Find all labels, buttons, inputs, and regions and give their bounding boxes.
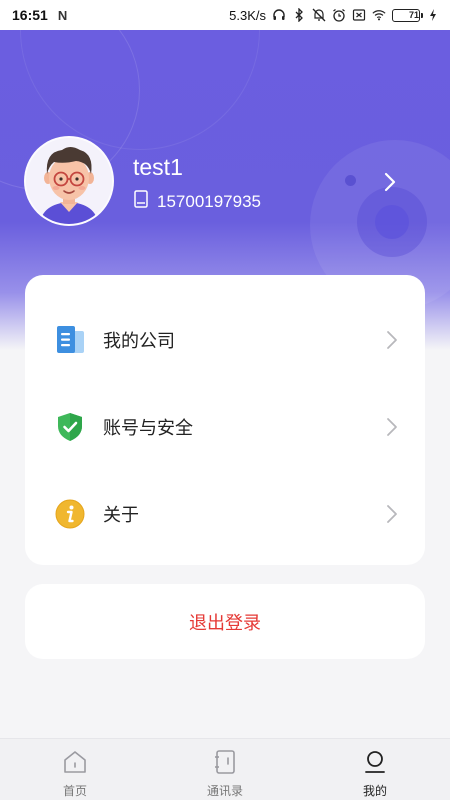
status-time: 16:51 (12, 7, 48, 23)
profile-icon (363, 749, 387, 775)
logout-button[interactable]: 退出登录 (25, 584, 425, 659)
bluetooth-icon (292, 8, 306, 22)
tab-contacts[interactable]: 通讯录 (180, 739, 270, 800)
chevron-right-icon (385, 417, 399, 437)
chevron-right-icon[interactable] (380, 170, 400, 194)
alarm-icon (332, 8, 346, 22)
home-icon (63, 749, 87, 775)
menu-item-label: 我的公司 (103, 331, 175, 352)
avatar[interactable] (24, 136, 114, 226)
tab-bar: 首页 通讯录 我的 (0, 738, 450, 800)
headphones-icon (272, 8, 286, 22)
notification-n-icon: N (57, 7, 68, 23)
contacts-book-icon (213, 749, 237, 775)
phone-number: 15700197935 (157, 191, 262, 211)
charging-icon (426, 8, 440, 22)
chevron-right-icon (385, 330, 399, 350)
battery-icon: 71 (392, 8, 423, 22)
menu-item-label: 关于 (103, 505, 139, 526)
tab-label: 首页 (62, 784, 87, 798)
username: test1 (133, 154, 183, 180)
tab-mine[interactable]: 我的 (330, 739, 420, 800)
menu-item-account-security[interactable]: 账号与安全 (25, 387, 425, 467)
menu-item-label: 账号与安全 (103, 418, 193, 439)
menu-card: 我的公司 账号与安全 关于 (25, 275, 425, 565)
shield-check-icon (53, 410, 87, 444)
tab-home[interactable]: 首页 (30, 739, 120, 800)
decoration-circle (375, 205, 409, 239)
battery-level: 71 (408, 10, 419, 20)
network-speed: 5.3K/s (229, 7, 266, 23)
logout-label: 退出登录 (189, 612, 261, 634)
sim-off-icon (352, 8, 366, 22)
tab-label: 通讯录 (206, 784, 243, 798)
info-icon (53, 497, 87, 531)
status-bar: 16:51 N 5.3K/s 71 (0, 0, 450, 30)
mute-icon (312, 8, 326, 22)
wifi-icon (372, 8, 386, 22)
tab-label: 我的 (362, 784, 387, 798)
phone-row: 15700197935 (133, 190, 261, 213)
menu-item-about[interactable]: 关于 (25, 474, 425, 554)
decoration-dot (345, 175, 356, 186)
company-document-icon (53, 323, 87, 357)
chevron-right-icon (385, 504, 399, 524)
phone-book-icon (133, 190, 149, 213)
menu-item-my-company[interactable]: 我的公司 (25, 300, 425, 380)
